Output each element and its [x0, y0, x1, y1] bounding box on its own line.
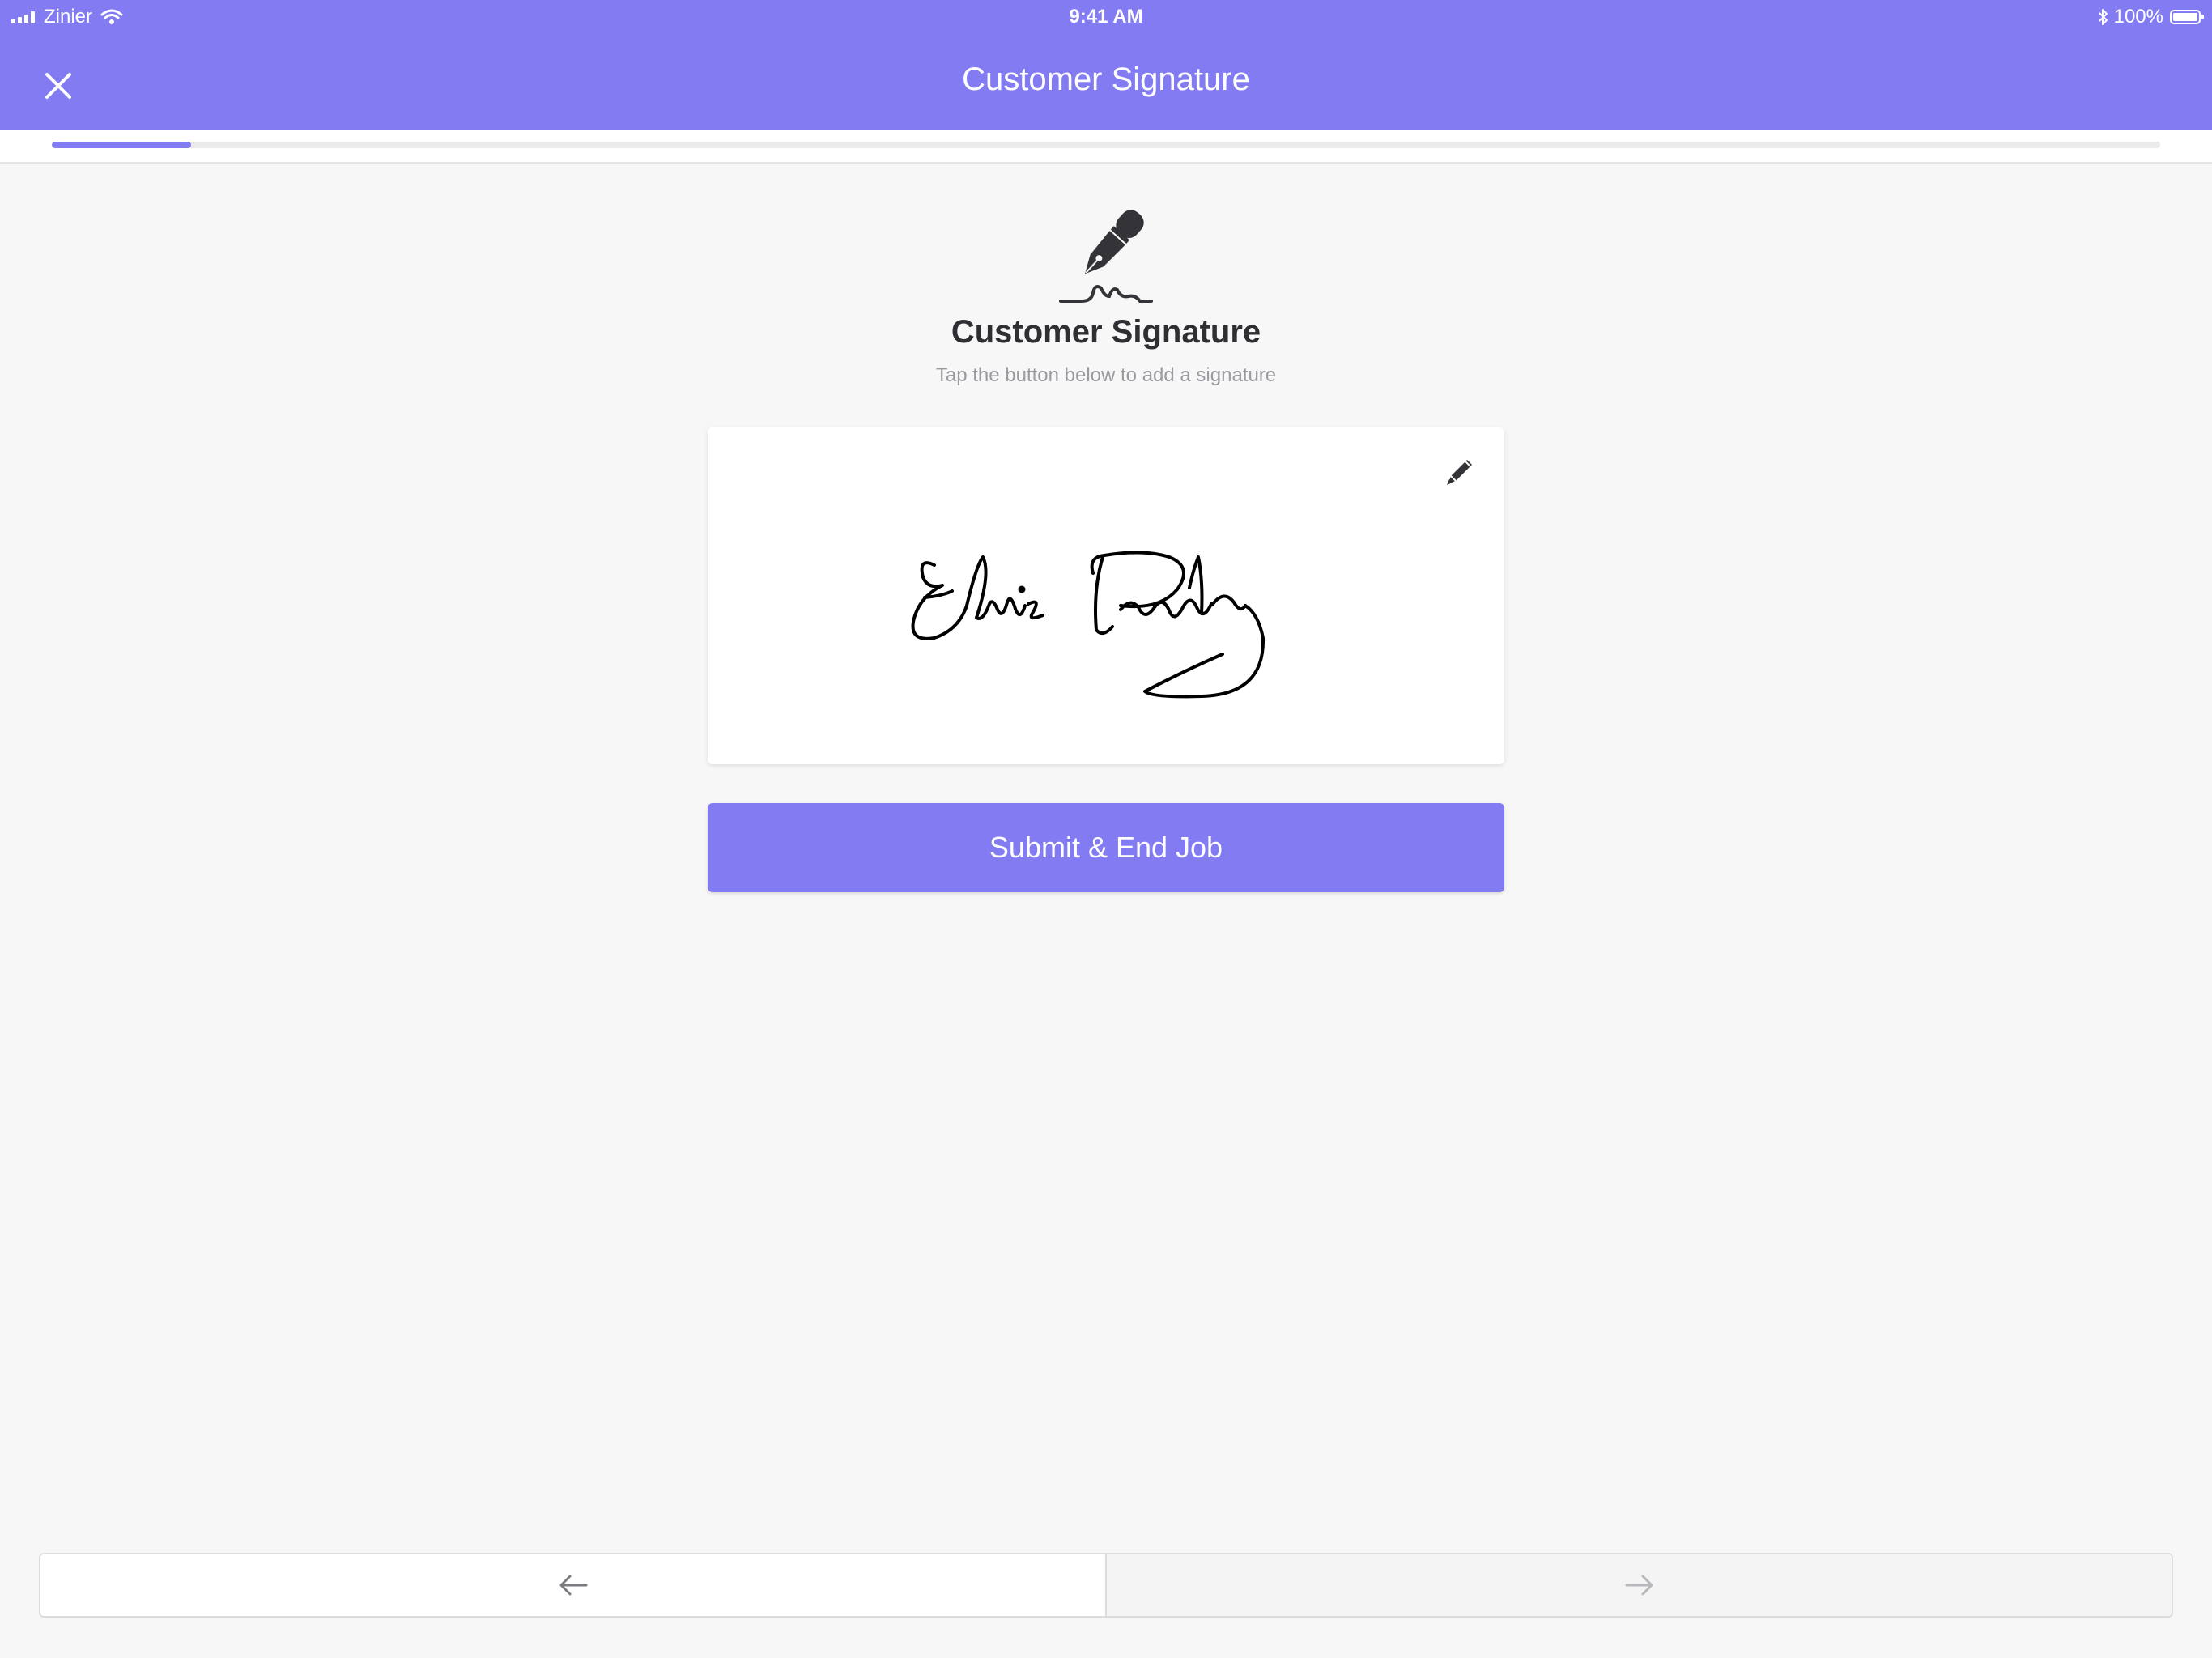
- bluetooth-icon: [2098, 9, 2108, 25]
- edit-signature-button[interactable]: [1441, 452, 1480, 491]
- bottom-navigation: [39, 1553, 2173, 1618]
- section-subtitle: Tap the button below to add a signature: [935, 364, 1277, 386]
- arrow-right-icon: [1625, 1575, 1653, 1596]
- battery-icon: [2170, 10, 2204, 24]
- status-bar: Zinier 9:41 AM 100%: [0, 0, 2212, 34]
- status-time: 9:41 AM: [1069, 6, 1143, 28]
- submit-end-job-button[interactable]: Submit & End Job: [708, 803, 1504, 892]
- page-title: Customer Signature: [962, 62, 1250, 97]
- progress-area: [0, 130, 2212, 164]
- next-button[interactable]: [1107, 1554, 2172, 1616]
- arrow-left-icon: [559, 1575, 587, 1596]
- top-navigation-bar: Zinier 9:41 AM 100% Customer Signature: [0, 0, 2212, 130]
- battery-percent: 100%: [2113, 6, 2163, 28]
- status-right: 100%: [2090, 0, 2204, 34]
- section-title: Customer Signature: [951, 314, 1261, 350]
- pencil-icon: [1447, 460, 1472, 485]
- progress-track: [52, 142, 2160, 148]
- fountain-pen-signature-icon: [1059, 210, 1153, 303]
- back-button[interactable]: [40, 1554, 1107, 1616]
- signature-image: [911, 551, 1266, 699]
- signature-card[interactable]: [708, 427, 1504, 764]
- progress-fill: [52, 142, 191, 148]
